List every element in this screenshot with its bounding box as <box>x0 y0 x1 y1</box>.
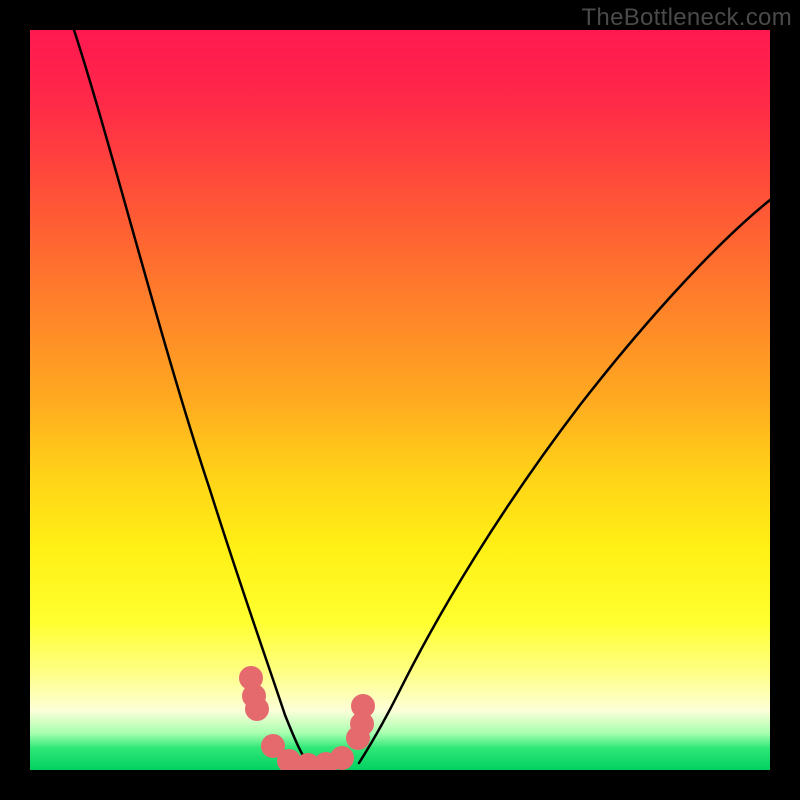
right-curve <box>359 200 770 763</box>
marker-group <box>239 666 375 770</box>
bottleneck-curve-svg <box>30 30 770 770</box>
chart-container: TheBottleneck.com <box>0 0 800 800</box>
left-curve <box>74 30 308 763</box>
plot-area <box>30 30 770 770</box>
watermark-text: TheBottleneck.com <box>581 4 792 32</box>
marker-dot <box>351 694 375 718</box>
marker-dot <box>330 746 354 770</box>
marker-dot <box>245 697 269 721</box>
